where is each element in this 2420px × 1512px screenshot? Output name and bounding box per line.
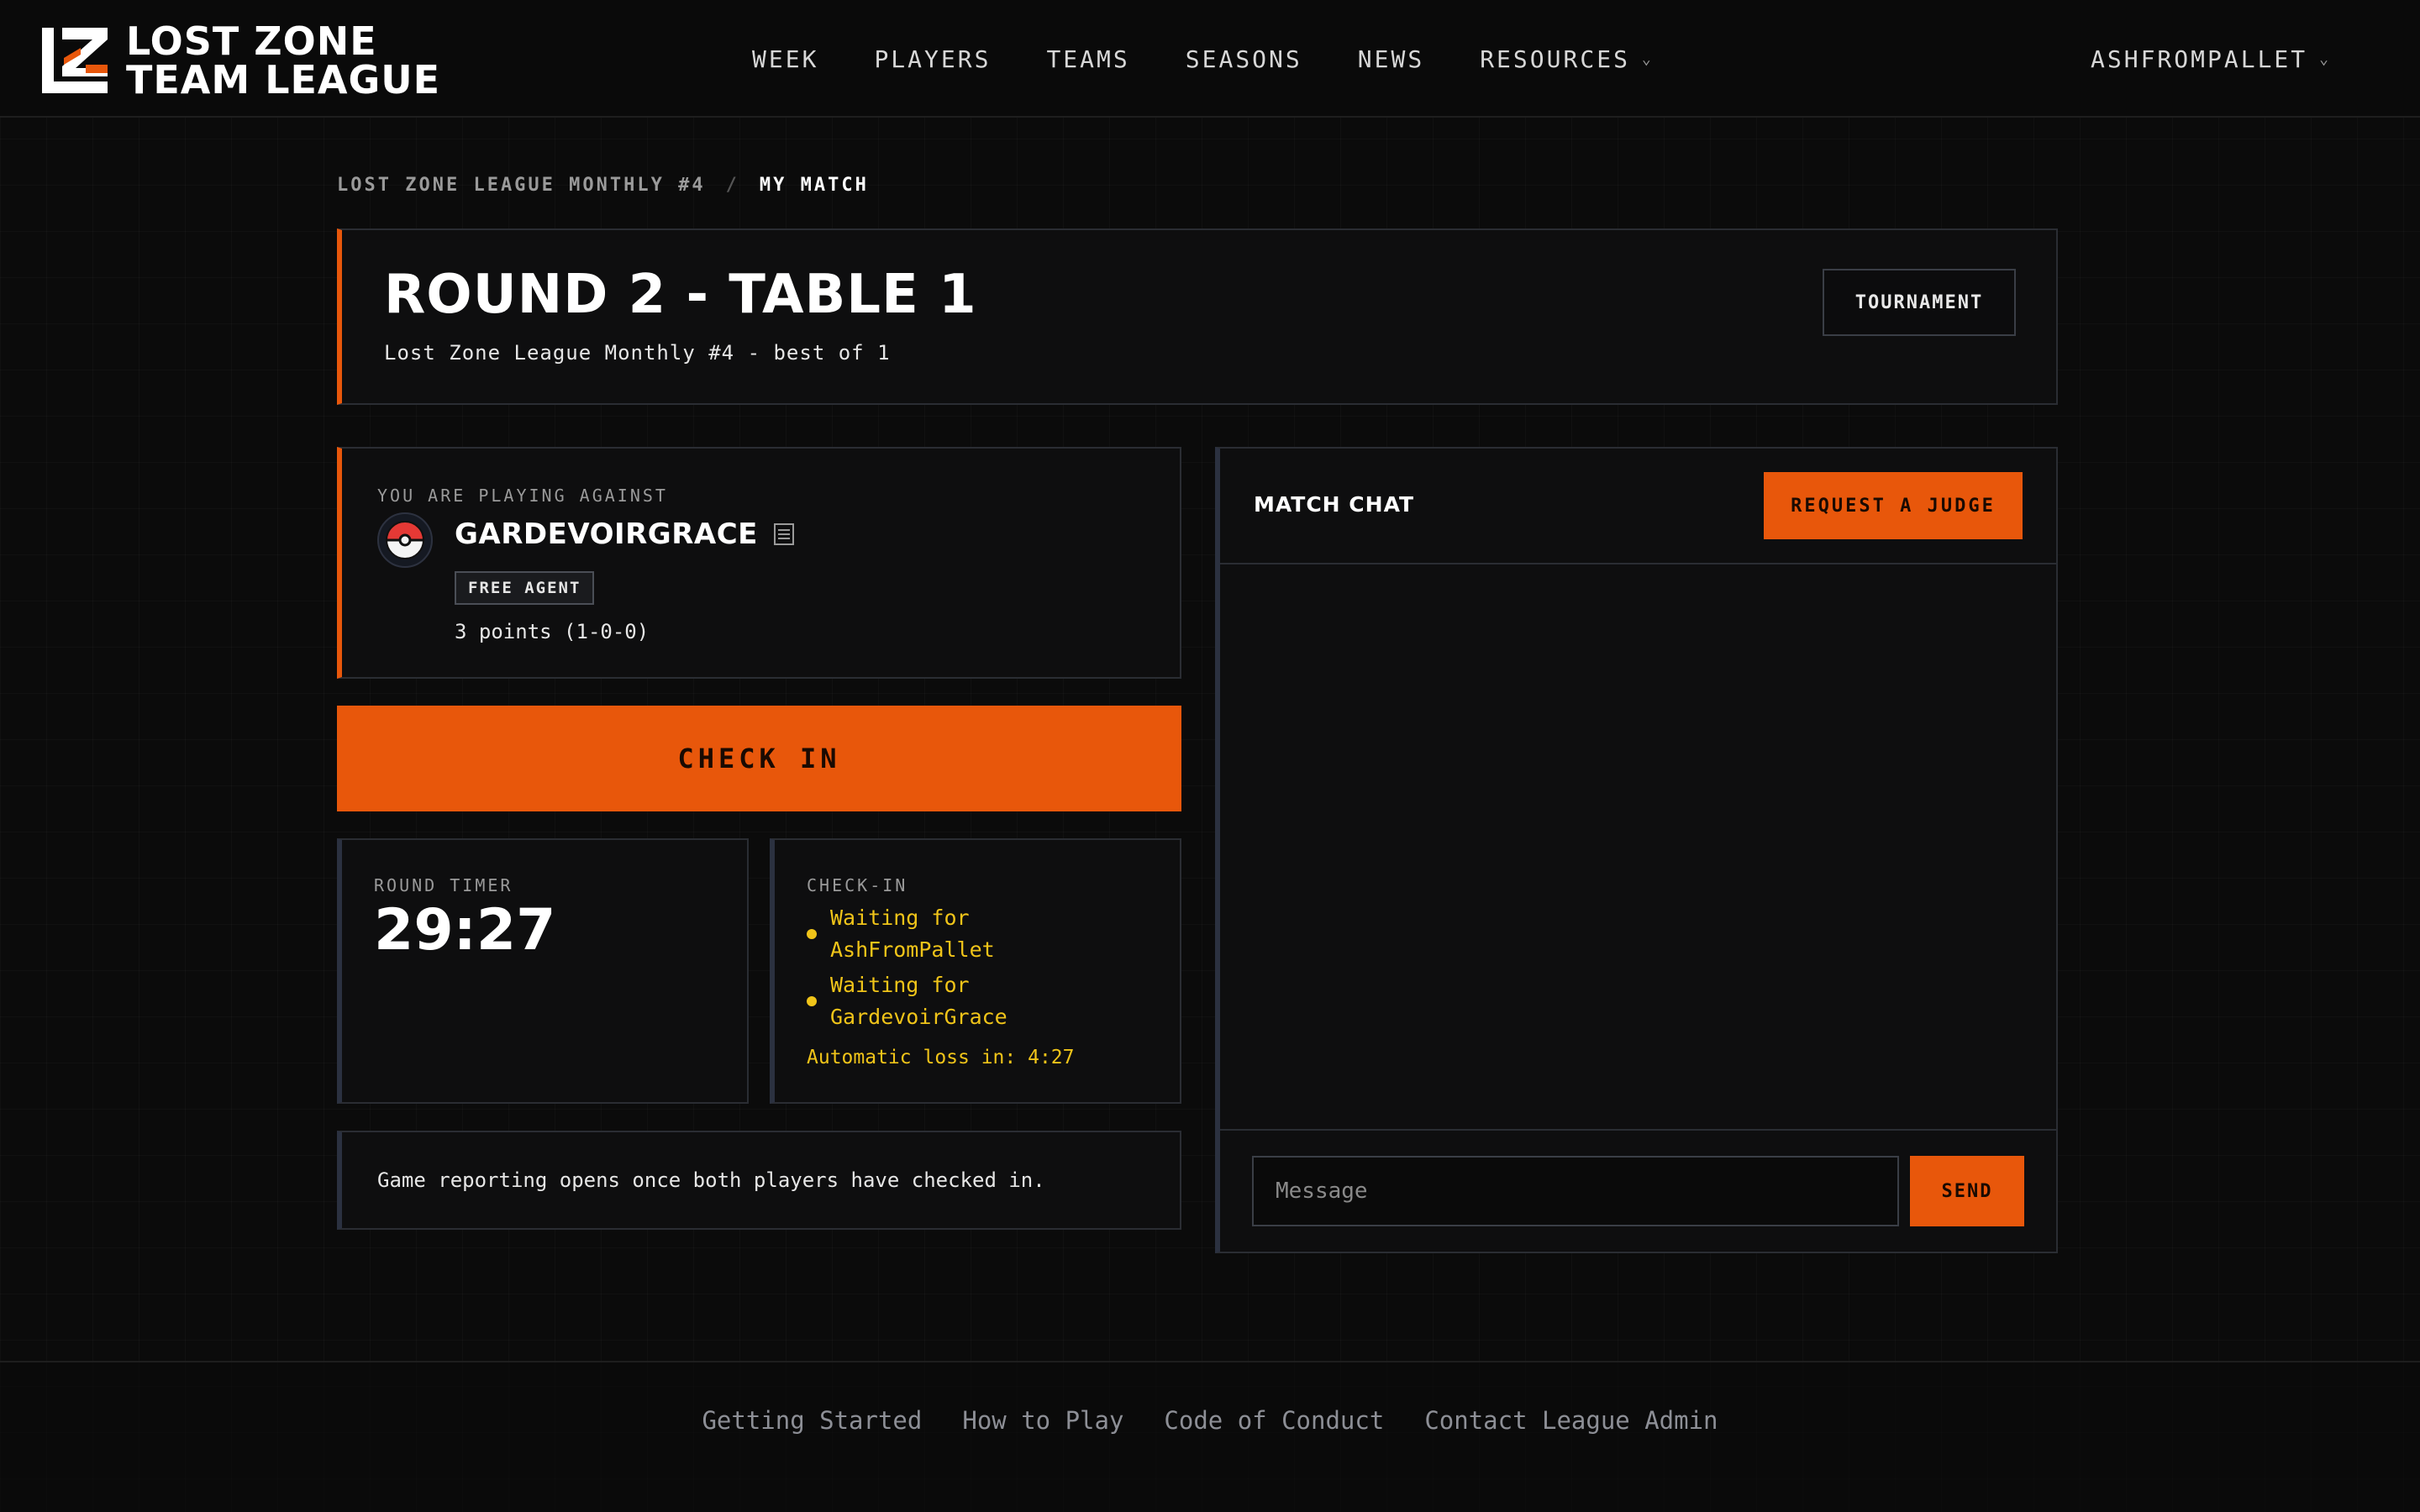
chat-title: MATCH CHAT (1254, 492, 1415, 517)
chevron-down-icon: ⌄ (2319, 50, 2331, 68)
breadcrumb: LOST ZONE LEAGUE MONTHLY #4 / MY MATCH (337, 175, 869, 196)
nav-teams-label: TEAMS (1046, 45, 1130, 73)
opponent-card: YOU ARE PLAYING AGAINST GARDEVOIRGRACE F… (337, 447, 1181, 679)
status-dot-icon (807, 996, 817, 1006)
nav-news[interactable]: NEWS (1358, 45, 1424, 73)
footer-link-code-of-conduct[interactable]: Code of Conduct (1164, 1406, 1384, 1435)
nav-week[interactable]: WEEK (752, 45, 818, 73)
nav-teams[interactable]: TEAMS (1046, 45, 1129, 73)
status-text: Waiting for GardevoirGrace (830, 969, 1007, 1033)
nav-seasons[interactable]: SEASONS (1186, 45, 1302, 73)
send-button[interactable]: SEND (1910, 1156, 2024, 1226)
request-judge-button[interactable]: REQUEST A JUDGE (1764, 472, 2023, 539)
status-line: Waiting for (830, 906, 970, 930)
main-nav: WEEK PLAYERS TEAMS SEASONS NEWS RESOURCE… (752, 0, 1709, 118)
avatar (377, 512, 433, 568)
nav-week-label: WEEK (752, 45, 819, 73)
chat-composer: SEND (1220, 1129, 2056, 1253)
message-input[interactable] (1252, 1156, 1899, 1226)
top-header: LOST ZONE TEAM LEAGUE WEEK PLAYERS TEAMS… (0, 0, 2420, 118)
decklist-icon[interactable] (773, 522, 795, 546)
check-in-label: CHECK-IN (807, 875, 908, 895)
status-player: AshFromPallet (830, 937, 995, 962)
opponent-name-row: GARDEVOIRGRACE (455, 517, 795, 551)
match-subtitle: Lost Zone League Monthly #4 - best of 1 (384, 341, 891, 365)
footer-link-getting-started[interactable]: Getting Started (702, 1406, 922, 1435)
footer-link-how-to-play[interactable]: How to Play (962, 1406, 1123, 1435)
opponent-points: 3 points (1-0-0) (455, 620, 650, 643)
chevron-down-icon: ⌄ (1641, 50, 1654, 68)
logo-line-2: TEAM LEAGUE (126, 57, 441, 102)
status-line: Waiting for (830, 973, 970, 997)
breadcrumb-separator: / (725, 175, 739, 196)
reporting-info-text: Game reporting opens once both players h… (377, 1168, 1045, 1192)
pokeball-icon (385, 521, 425, 559)
site-logo[interactable]: LOST ZONE TEAM LEAGUE (39, 22, 440, 99)
team-badge: FREE AGENT (455, 571, 595, 605)
logo-line-1: LOST ZONE (126, 18, 377, 64)
page-title: ROUND 2 - TABLE 1 (384, 264, 977, 326)
nav-resources-dropdown[interactable]: RESOURCES ⌄ (1480, 45, 1654, 73)
match-title-card: ROUND 2 - TABLE 1 Lost Zone League Month… (337, 228, 2058, 405)
round-timer-value: 29:27 (374, 897, 556, 963)
round-timer-card: ROUND TIMER 29:27 (337, 838, 749, 1104)
nav-players[interactable]: PLAYERS (874, 45, 991, 73)
list-item: Waiting for AshFromPallet (807, 902, 1160, 966)
tournament-button[interactable]: TOURNAMENT (1823, 269, 2016, 336)
reporting-info-card: Game reporting opens once both players h… (337, 1131, 1181, 1230)
opponent-label: YOU ARE PLAYING AGAINST (377, 486, 668, 506)
footer-link-contact-admin[interactable]: Contact League Admin (1424, 1406, 1718, 1435)
status-dot-icon (807, 929, 817, 939)
auto-loss-countdown: Automatic loss in: 4:27 (807, 1047, 1075, 1068)
nav-seasons-label: SEASONS (1185, 45, 1302, 73)
breadcrumb-current: MY MATCH (759, 175, 869, 196)
check-in-button[interactable]: CHECK IN (337, 706, 1181, 811)
chat-messages-area[interactable] (1220, 564, 2056, 1127)
check-in-status-card: CHECK-IN Waiting for AshFromPallet Waiti… (770, 838, 1181, 1104)
nav-resources-label: RESOURCES (1480, 45, 1630, 73)
page-footer: Getting Started How to Play Code of Cond… (0, 1361, 2420, 1512)
status-player: GardevoirGrace (830, 1005, 1007, 1029)
status-text: Waiting for AshFromPallet (830, 902, 995, 966)
footer-links: Getting Started How to Play Code of Cond… (0, 1406, 2420, 1435)
chat-header: MATCH CHAT REQUEST A JUDGE (1220, 449, 2056, 564)
nav-news-label: NEWS (1357, 45, 1425, 73)
round-timer-label: ROUND TIMER (374, 875, 513, 895)
match-chat-panel: MATCH CHAT REQUEST A JUDGE SEND (1215, 447, 2058, 1253)
breadcrumb-tournament-link[interactable]: LOST ZONE LEAGUE MONTHLY #4 (337, 175, 706, 196)
logo-text: LOST ZONE TEAM LEAGUE (126, 22, 440, 99)
nav-players-label: PLAYERS (874, 45, 992, 73)
user-menu-dropdown[interactable]: ASHFROMPALLET ⌄ (2091, 0, 2331, 118)
list-item: Waiting for GardevoirGrace (807, 969, 1160, 1033)
username-label: ASHFROMPALLET (2091, 45, 2308, 73)
check-in-status-list: Waiting for AshFromPallet Waiting for Ga… (807, 902, 1160, 1037)
opponent-name[interactable]: GARDEVOIRGRACE (455, 517, 758, 551)
lz-logo-icon (42, 28, 108, 93)
